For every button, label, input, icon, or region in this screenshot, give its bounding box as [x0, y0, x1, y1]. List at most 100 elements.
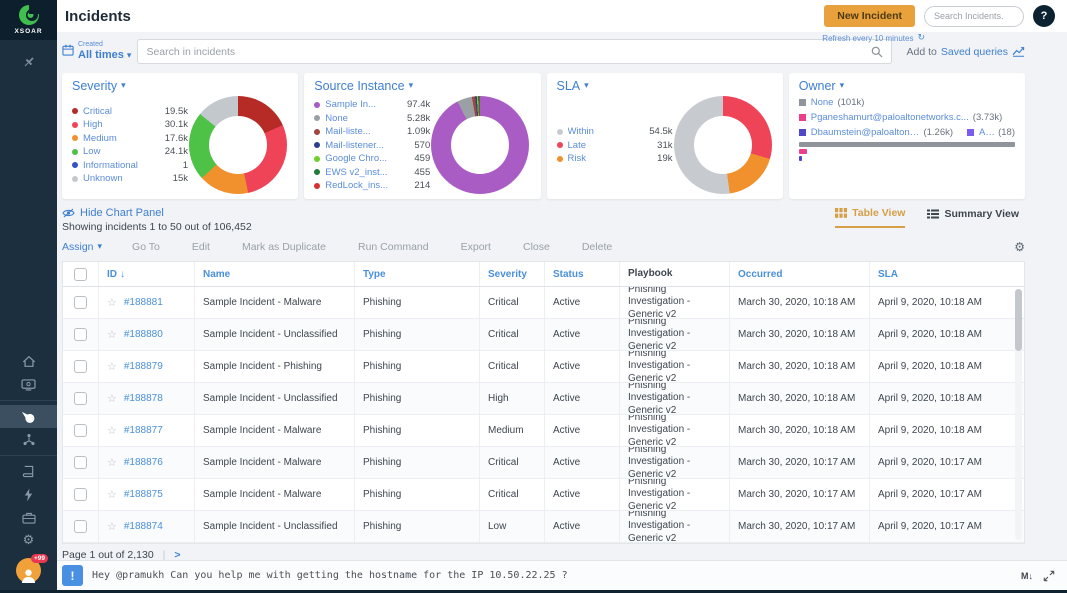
scrollbar-thumb[interactable]	[1015, 289, 1022, 351]
user-avatar[interactable]: +99	[16, 558, 41, 583]
severity-donut-chart[interactable]	[189, 96, 287, 194]
owner-legend-item[interactable]: Pganeshamurt@paloaltonetworks.c...(3.73k…	[799, 112, 1003, 123]
incident-id-link[interactable]: #188880	[124, 329, 163, 340]
table-row[interactable]: ☆#188874Sample Incident - UnclassifiedPh…	[63, 511, 1024, 543]
sidebar-item-war-room[interactable]	[0, 428, 57, 451]
incident-search-input[interactable]	[146, 46, 870, 58]
favorite-star-icon[interactable]: ☆	[107, 360, 117, 373]
column-header-occurred[interactable]: Occurred	[730, 262, 870, 286]
favorite-star-icon[interactable]: ☆	[107, 520, 117, 533]
action-delete[interactable]: Delete	[582, 241, 612, 253]
sla-chart-title[interactable]: SLA▾	[557, 79, 773, 93]
incident-id-link[interactable]: #188877	[124, 425, 163, 436]
table-row[interactable]: ☆#188876Sample Incident - MalwarePhishin…	[63, 447, 1024, 479]
legend-item[interactable]: Critical19.5k	[72, 106, 188, 117]
column-header-severity[interactable]: Severity	[480, 262, 545, 286]
row-checkbox[interactable]	[74, 296, 87, 309]
action-go-to[interactable]: Go To	[132, 241, 160, 253]
markdown-toggle[interactable]: M↓	[1021, 571, 1033, 581]
source-instance-donut-chart[interactable]	[431, 96, 529, 194]
owner-chart-title[interactable]: Owner▾	[799, 79, 1015, 93]
table-row[interactable]: ☆#188881Sample Incident - MalwarePhishin…	[63, 287, 1024, 319]
legend-item[interactable]: Risk19k	[557, 153, 673, 164]
assign-dropdown[interactable]: Assign ▾	[62, 241, 102, 253]
column-header-playbook[interactable]: Playbook	[620, 262, 730, 286]
source-instance-chart-title[interactable]: Source Instance▾	[314, 79, 530, 93]
column-header-type[interactable]: Type	[355, 262, 480, 286]
incident-search[interactable]	[137, 39, 891, 64]
refresh-note[interactable]: Refresh every 10 minutes ↻	[822, 33, 925, 43]
legend-item[interactable]: Low24.1k	[72, 146, 188, 157]
sidebar-item-home[interactable]	[0, 350, 57, 373]
tab-table-view[interactable]: Table View	[835, 207, 905, 228]
app-logo[interactable]: XSOAR	[0, 0, 57, 40]
command-input[interactable]	[92, 570, 1021, 581]
help-button[interactable]: ?	[1033, 5, 1055, 27]
global-search[interactable]	[924, 6, 1024, 27]
column-header-name[interactable]: Name	[195, 262, 355, 286]
row-checkbox[interactable]	[74, 488, 87, 501]
sidebar-item-playbooks[interactable]	[0, 460, 57, 483]
owner-legend-item[interactable]: Dbaumstein@paloaltonetworks.c...(1.26k)	[799, 127, 953, 138]
sidebar-item-automation[interactable]	[0, 483, 57, 506]
row-checkbox[interactable]	[74, 520, 87, 533]
sidebar-item-jobs[interactable]	[0, 506, 57, 529]
table-row[interactable]: ☆#188879Sample Incident - PhishingPhishi…	[63, 351, 1024, 383]
table-row[interactable]: ☆#188875Sample Incident - MalwarePhishin…	[63, 479, 1024, 511]
created-filter-dropdown[interactable]: Created All times ▾	[62, 41, 131, 62]
table-row[interactable]: ☆#188880Sample Incident - UnclassifiedPh…	[63, 319, 1024, 351]
favorite-star-icon[interactable]: ☆	[107, 392, 117, 405]
action-close[interactable]: Close	[523, 241, 550, 253]
column-header-status[interactable]: Status	[545, 262, 620, 286]
row-checkbox[interactable]	[74, 392, 87, 405]
saved-queries-link[interactable]: Saved queries	[941, 46, 1008, 58]
favorite-star-icon[interactable]: ☆	[107, 296, 117, 309]
owner-bar[interactable]	[799, 142, 1015, 147]
legend-item[interactable]: High30.1k	[72, 119, 188, 130]
legend-item[interactable]: Within54.5k	[557, 126, 673, 137]
incident-id-link[interactable]: #188878	[124, 393, 163, 404]
sidebar-item-incidents[interactable]	[0, 405, 57, 428]
incident-id-link[interactable]: #188876	[124, 457, 163, 468]
new-incident-button[interactable]: New Incident	[824, 5, 915, 27]
legend-item[interactable]: Google Chro...459	[314, 153, 430, 164]
legend-item[interactable]: Unknown15k	[72, 173, 188, 184]
column-header-sla[interactable]: SLA	[870, 262, 1024, 286]
owner-bar[interactable]	[799, 156, 802, 161]
legend-item[interactable]: Mail-liste...1.09k	[314, 126, 430, 137]
sidebar-item-settings[interactable]: ⚙	[0, 529, 57, 552]
incident-id-link[interactable]: #188881	[124, 297, 163, 308]
owner-bar-chart[interactable]	[799, 142, 1015, 161]
incident-id-link[interactable]: #188879	[124, 361, 163, 372]
select-all-checkbox[interactable]	[74, 268, 87, 281]
sla-donut-chart[interactable]	[674, 96, 772, 194]
action-run-command[interactable]: Run Command	[358, 241, 429, 253]
tab-summary-view[interactable]: Summary View	[927, 207, 1019, 228]
expand-command-bar-button[interactable]	[1043, 570, 1055, 582]
legend-item[interactable]: Sample In...97.4k	[314, 99, 430, 110]
hide-chart-panel-link[interactable]: Hide Chart Panel	[62, 207, 252, 219]
owner-legend-item[interactable]: Admin(18)	[967, 127, 1015, 138]
incident-id-link[interactable]: #188875	[124, 489, 163, 500]
favorite-star-icon[interactable]: ☆	[107, 424, 117, 437]
row-checkbox[interactable]	[74, 328, 87, 341]
legend-item[interactable]: Informational1	[72, 160, 188, 171]
pin-sidebar-button[interactable]	[0, 50, 57, 73]
favorite-star-icon[interactable]: ☆	[107, 488, 117, 501]
legend-item[interactable]: Medium17.6k	[72, 133, 188, 144]
favorite-star-icon[interactable]: ☆	[107, 456, 117, 469]
table-settings-gear-icon[interactable]: ⚙	[1014, 241, 1025, 253]
legend-item[interactable]: RedLock_ins...214	[314, 180, 430, 191]
table-scrollbar[interactable]	[1015, 289, 1022, 540]
trend-chart-icon[interactable]	[1012, 46, 1025, 57]
action-mark-as-duplicate[interactable]: Mark as Duplicate	[242, 241, 326, 253]
owner-bar[interactable]	[799, 149, 807, 154]
severity-chart-title[interactable]: Severity▾	[72, 79, 288, 93]
legend-item[interactable]: None5.28k	[314, 113, 430, 124]
table-row[interactable]: ☆#188878Sample Incident - UnclassifiedPh…	[63, 383, 1024, 415]
sidebar-item-dashboards[interactable]	[0, 373, 57, 396]
row-checkbox[interactable]	[74, 456, 87, 469]
favorite-star-icon[interactable]: ☆	[107, 328, 117, 341]
legend-item[interactable]: Mail-listener...570	[314, 140, 430, 151]
action-edit[interactable]: Edit	[192, 241, 210, 253]
